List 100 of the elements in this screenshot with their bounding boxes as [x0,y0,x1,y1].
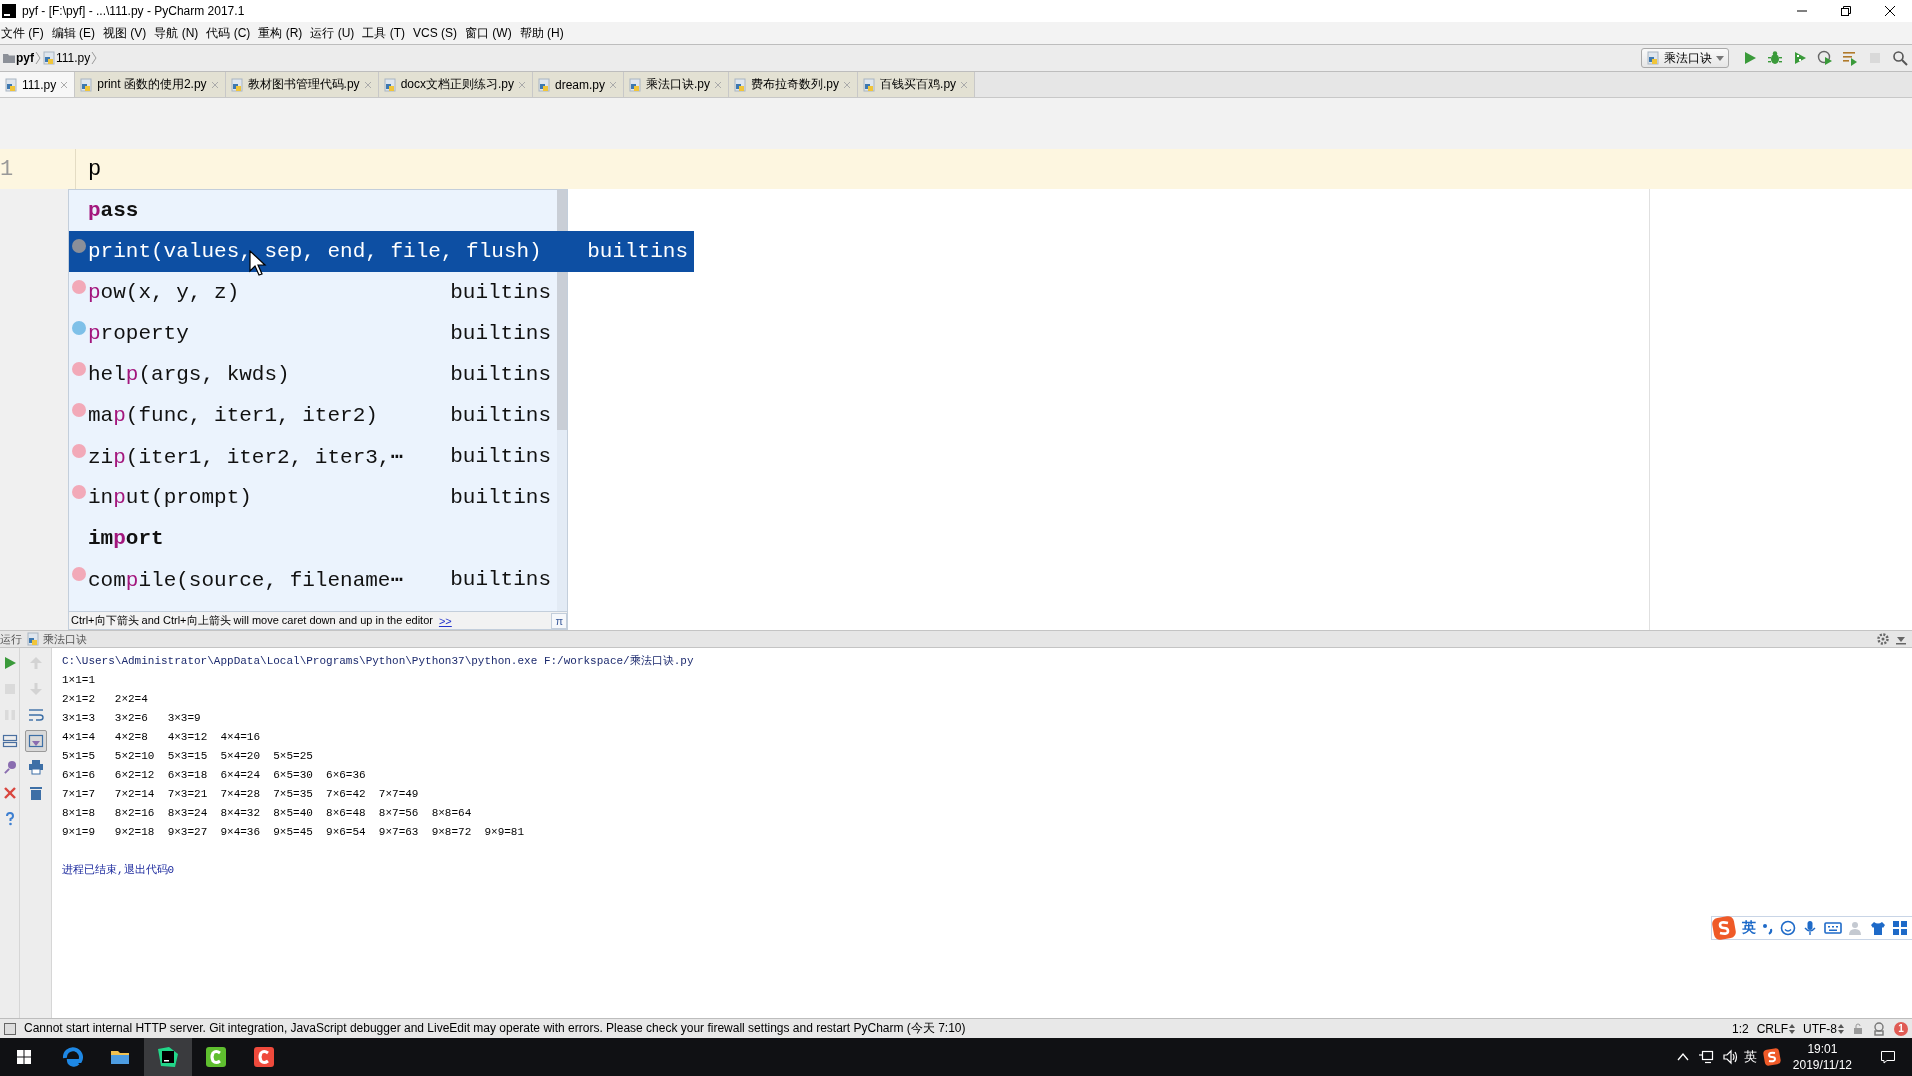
function-icon [72,484,86,499]
tab-label: 111.py [22,77,57,92]
editor-tab[interactable]: dream.py [533,72,624,97]
shirt-icon [1870,920,1886,936]
lines-play-icon [1841,50,1858,66]
menu-item[interactable]: 代码 (C) [205,24,258,42]
function-icon [72,443,86,458]
function-icon [72,238,86,253]
menu-item[interactable]: 帮助 (H) [518,24,571,42]
menu-item[interactable]: VCS (S) [412,26,464,40]
run-tab[interactable]: 乘法口诀 [43,631,87,647]
editor-tab[interactable]: 教材图书管理代码.py [225,72,379,97]
person-icon [1848,920,1864,936]
chevron-icon [90,50,99,66]
menu-item[interactable]: 运行 (U) [309,24,362,42]
code-line: p [87,156,102,182]
completion-item[interactable]: pow(x, y, z) builtins [69,272,557,313]
trash-icon [27,785,44,801]
up-down-icon [1838,1023,1844,1034]
tool-window-title: 运行 [0,631,22,647]
search-icon [1891,50,1908,66]
tool-windows-icon [4,1022,16,1035]
tab-label: 乘法口诀.py [646,76,711,93]
console-output-line: 5×1=5 5×2=10 5×3=15 5×4=20 5×5=25 [62,749,314,764]
editor-tab[interactable]: docx文档正则练习.py [378,72,533,97]
console-output-line: 2×1=2 2×2=4 [62,692,149,707]
up-down-icon [1789,1023,1795,1034]
menu-item[interactable]: 文件 (F) [0,24,51,42]
menu-item[interactable]: 工具 (T) [361,24,412,42]
completion-item[interactable]: input(prompt) builtins [69,477,557,518]
soft-wrap-icon [27,707,44,723]
menu-item[interactable]: 窗口 (W) [464,24,519,42]
console-output-line: 4×1=4 4×2=8 4×3=12 4×4=16 [62,730,262,745]
close-icon [210,80,219,89]
notification-badge[interactable]: 1 [1894,1021,1908,1036]
editor-tab[interactable]: 费布拉奇数列.py [729,72,859,97]
tab-label: print 函数的使用2.py [97,76,207,93]
gear-icon [1876,632,1890,646]
app-icon [205,1046,227,1068]
ide-logo-icon [157,1046,179,1068]
pin-icon [1,759,18,775]
python-file-icon [862,77,877,92]
tab-label: docx文档正则练习.py [400,76,514,93]
printer-icon [27,759,44,775]
close-icon [843,80,852,89]
python-file-icon [4,77,18,92]
python-file-icon [42,51,56,65]
console-output-line: 9×1=9 9×2=18 9×3=27 9×4=36 9×5=45 9×6=54 9×7=63 9×8=72 9×9=81 [62,825,526,840]
menu-item[interactable]: 编辑 (E) [50,24,102,42]
input-language[interactable]: 英 [1737,1048,1763,1066]
editor-tab[interactable]: 111.py [0,72,76,97]
breadcrumb-item[interactable]: pyf [16,51,34,65]
input-mode[interactable]: 英 [1742,919,1756,937]
run-tool-button[interactable] [24,730,47,752]
editor-tab[interactable]: print 函数的使用2.py [75,72,226,97]
tab-label: dream.py [555,77,605,92]
completion-item[interactable]: property builtins [69,313,557,354]
editor-tab[interactable]: 乘法口诀.py [624,72,730,97]
python-file-icon [79,77,94,92]
clock-time[interactable]: 19:01 [1807,1041,1838,1057]
clock-date[interactable]: 2019/11/12 [1792,1057,1852,1073]
completion-item[interactable]: help(args, kwds) builtins [69,354,557,395]
close-icon [363,80,372,89]
chevron-icon [34,50,42,66]
mouse-cursor-icon [249,250,267,276]
inspector-icon [1872,1021,1886,1036]
menu-item[interactable]: 视图 (V) [102,24,154,42]
completion-item[interactable]: import [69,518,557,559]
python-file-icon [382,77,397,92]
completion-item[interactable]: pass [69,190,557,231]
tab-label: 费布拉奇数列.py [751,76,840,93]
menu-item[interactable]: 导航 (N) [153,24,206,42]
tab-label: 教材图书管理代码.py [247,76,360,93]
close-icon [609,80,617,89]
console-exit-message: 进程已结束,退出代码0 [62,863,176,878]
menu-item[interactable]: 重构 (R) [257,24,310,42]
hint-link[interactable]: >> [438,614,452,627]
ime-logo-icon [1762,1048,1781,1066]
network-icon [1697,1049,1714,1065]
line-separator[interactable]: CRLF [1756,1021,1795,1036]
function-icon [72,279,86,294]
completion-item[interactable]: zip(iter1, iter2, iter3,⋯ builtins [69,436,557,477]
console-output-line: 8×1=8 8×2=16 8×3=24 8×4=32 8×5=40 8×6=48 8×7=56 8×8=64 [62,806,473,821]
console-output-line: 6×1=6 6×2=12 6×3=18 6×4=24 6×5=30 6×6=36 [62,768,367,783]
pi-button[interactable]: π [551,612,567,629]
close-icon [960,80,969,89]
caret-position[interactable]: 1:2 [1731,1021,1749,1036]
file-encoding[interactable]: UTF-8 [1803,1021,1844,1036]
completion-item[interactable]: print(values, sep, end, file, flush) builtins [69,231,694,272]
taskbar-app[interactable] [144,1038,192,1076]
run-config-dropdown[interactable]: 乘法口诀 [1641,48,1729,68]
message-icon [1880,1049,1896,1065]
completion-item[interactable]: map(func, iter1, iter2) builtins [69,395,557,436]
python-file-icon [229,77,244,92]
editor-tab[interactable]: 百钱买百鸡.py [858,72,976,97]
layout-icon [1,733,18,749]
app-icon [253,1046,275,1068]
breadcrumb-item[interactable]: 111.py [56,51,91,65]
completion-item[interactable]: compile(source, filename⋯ builtins [69,559,557,600]
folder-icon [2,51,16,65]
